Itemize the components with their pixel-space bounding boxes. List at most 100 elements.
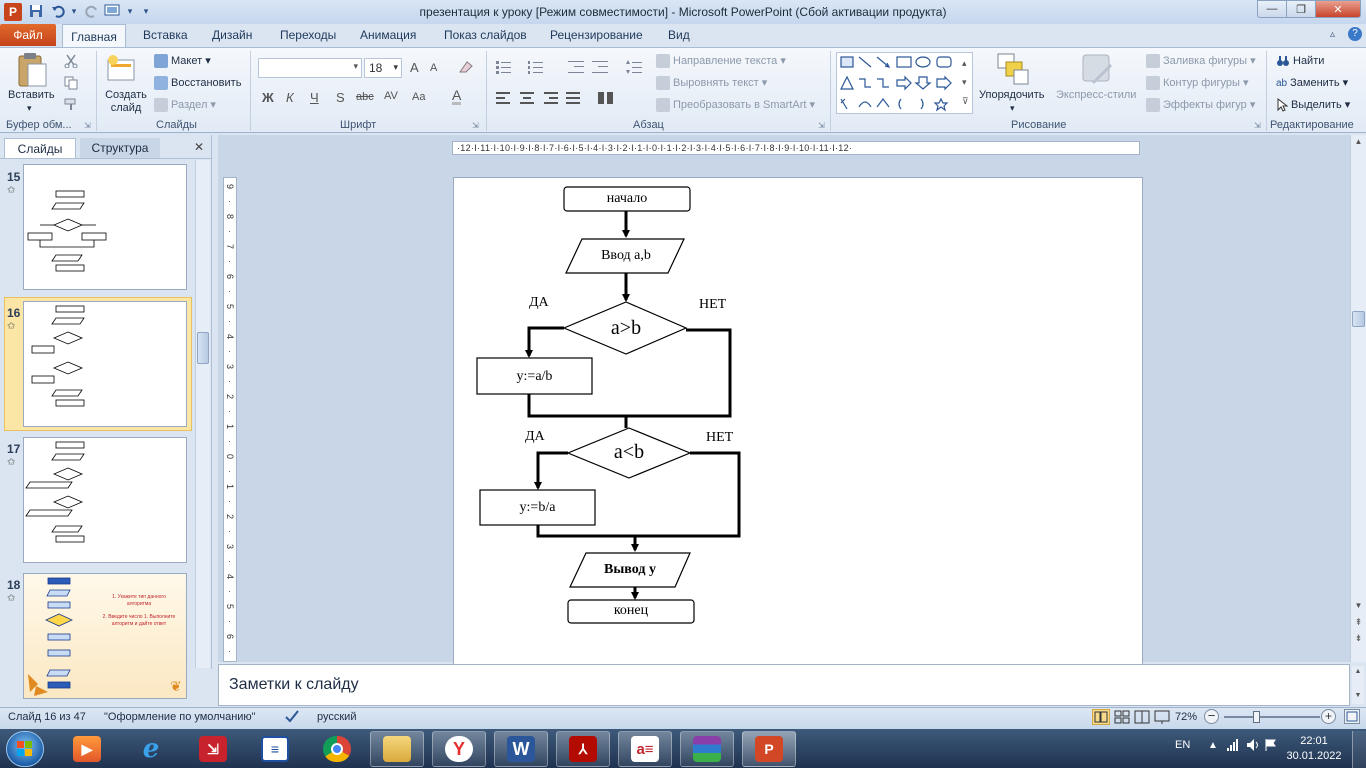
taskbar-yandex[interactable]: Y	[432, 731, 486, 767]
replace-button[interactable]: ab Заменить ▾	[1276, 76, 1348, 89]
slides-pane-scrollbar[interactable]	[195, 160, 210, 668]
collapse-ribbon-icon[interactable]: ▵	[1330, 29, 1335, 40]
minimize-button[interactable]: —	[1257, 0, 1287, 18]
notes-scrollbar[interactable]: ▲ ▼	[1352, 666, 1364, 704]
font-name-combo[interactable]: ▾	[258, 58, 362, 78]
decrease-indent-icon[interactable]	[568, 60, 584, 77]
tab-file[interactable]: Файл	[0, 24, 56, 46]
italic-button[interactable]: К	[286, 90, 294, 105]
fit-to-window-icon[interactable]	[1344, 709, 1360, 724]
previous-slide-icon[interactable]: ⇞	[1352, 617, 1365, 628]
tab-insert[interactable]: Вставка	[143, 28, 188, 42]
next-slide-icon[interactable]: ⇟	[1352, 633, 1365, 644]
taskbar-explorer[interactable]	[370, 731, 424, 767]
strikethrough-button[interactable]: abc	[356, 91, 374, 103]
slide-thumbnail-15[interactable]	[23, 164, 187, 290]
align-center-icon[interactable]	[520, 92, 534, 107]
grow-font-button[interactable]: A	[410, 60, 419, 75]
font-launcher-icon[interactable]: ⇲	[472, 121, 479, 130]
arrange-icon[interactable]	[996, 52, 1030, 89]
align-right-icon[interactable]	[544, 92, 558, 107]
clear-format-icon[interactable]	[458, 60, 474, 77]
tab-outline-pane[interactable]: Структура	[80, 138, 160, 158]
tab-slideshow[interactable]: Показ слайдов	[444, 28, 527, 42]
section-button[interactable]: Раздел ▾	[154, 98, 216, 113]
smartart-button[interactable]: Преобразовать в SmartArt ▾	[656, 98, 815, 113]
theme-name[interactable]: "Оформление по умолчанию"	[104, 711, 256, 723]
slide-scrollbar[interactable]: ▲ ▼ ⇞ ⇟	[1350, 135, 1366, 662]
arrange-dropdown-icon[interactable]: ▾	[1010, 103, 1015, 114]
taskbar-word[interactable]: W	[494, 731, 548, 767]
align-left-icon[interactable]	[496, 92, 510, 107]
zoom-in-button[interactable]: +	[1321, 709, 1336, 724]
normal-view-icon[interactable]	[1092, 709, 1110, 725]
align-text-button[interactable]: Выровнять текст ▾	[656, 76, 767, 91]
close-button[interactable]: ✕	[1315, 0, 1361, 18]
bold-button[interactable]: Ж	[262, 90, 274, 105]
cut-icon[interactable]	[64, 54, 78, 71]
shape-outline-button[interactable]: Контур фигуры ▾	[1146, 76, 1249, 91]
increase-indent-icon[interactable]	[592, 60, 608, 77]
taskbar-winrar[interactable]	[680, 731, 734, 767]
tab-design[interactable]: Дизайн	[212, 28, 252, 42]
change-case-button[interactable]: Aa	[412, 91, 425, 103]
taskbar-powerpoint[interactable]: P	[742, 731, 796, 767]
text-direction-button[interactable]: Направление текста ▾	[656, 54, 786, 69]
slide-canvas[interactable]: начало Ввод a,b a>b ДА НЕТ y:=a/b a<b ДА…	[453, 177, 1143, 667]
slideshow-view-icon[interactable]	[1154, 710, 1170, 727]
taskbar-document-app[interactable]: ≡	[248, 731, 302, 767]
tray-expand-icon[interactable]: ▲	[1208, 740, 1218, 751]
line-spacing-icon[interactable]	[626, 60, 644, 77]
paste-dropdown-icon[interactable]: ▾	[27, 103, 32, 114]
vertical-ruler[interactable]: 9·8·7·6·5·4·3·2·1·0·1·2·3·4·5·6·7·8·	[223, 177, 237, 724]
maximize-button[interactable]: ❐	[1286, 0, 1316, 18]
scroll-down-icon[interactable]: ▼	[1352, 601, 1365, 610]
shapes-gallery[interactable]	[836, 52, 973, 114]
font-color-button[interactable]: A	[452, 88, 462, 105]
slide-thumbnail-18[interactable]: 1. Укажите тип данного алгоритма 2. Введ…	[23, 573, 187, 699]
network-icon[interactable]	[1226, 738, 1242, 755]
zoom-slider-track[interactable]	[1224, 711, 1320, 723]
tab-transitions[interactable]: Переходы	[280, 28, 336, 42]
tab-animation[interactable]: Анимация	[360, 28, 416, 42]
justify-icon[interactable]	[566, 92, 580, 107]
quick-styles-icon[interactable]	[1080, 52, 1114, 89]
spellcheck-icon[interactable]	[284, 709, 302, 726]
tab-slides-pane[interactable]: Слайды	[4, 138, 76, 158]
underline-button[interactable]: Ч	[310, 90, 319, 105]
font-name-dropdown-icon[interactable]: ▾	[353, 61, 358, 72]
zoom-slider-thumb[interactable]	[1253, 711, 1260, 723]
show-desktop-button[interactable]	[1352, 731, 1366, 768]
bullets-icon[interactable]	[496, 60, 516, 77]
numbering-icon[interactable]	[528, 60, 548, 77]
close-pane-icon[interactable]: ✕	[194, 140, 204, 154]
flag-icon[interactable]	[1264, 738, 1278, 755]
shape-fill-button[interactable]: Заливка фигуры ▾	[1146, 54, 1256, 69]
help-icon[interactable]: ?	[1348, 27, 1362, 41]
taskbar-chrome[interactable]	[310, 731, 364, 767]
taskbar-acrobat[interactable]: ⅄	[556, 731, 610, 767]
system-clock[interactable]: 22:01 30.01.2022	[1284, 734, 1344, 764]
taskbar-media-player[interactable]: ▶	[60, 731, 114, 767]
layout-button[interactable]: Макет ▾	[154, 54, 211, 69]
arrange-button[interactable]: Упорядочить	[979, 89, 1044, 101]
reading-view-icon[interactable]	[1134, 710, 1150, 727]
tab-review[interactable]: Рецензирование	[550, 28, 643, 42]
slide-thumbnail-16[interactable]	[23, 301, 187, 427]
format-painter-icon[interactable]	[64, 97, 78, 114]
new-slide-button[interactable]: Создать слайд	[104, 89, 148, 115]
shrink-font-button[interactable]: A	[430, 62, 437, 74]
slide-sorter-icon[interactable]	[1114, 710, 1130, 727]
shape-effects-button[interactable]: Эффекты фигур ▾	[1146, 98, 1255, 113]
copy-icon[interactable]	[64, 76, 78, 93]
paste-label[interactable]: Вставить	[8, 89, 55, 101]
zoom-out-button[interactable]: −	[1204, 709, 1219, 724]
taskbar-text-editor[interactable]: a≡	[618, 731, 672, 767]
tab-view[interactable]: Вид	[668, 28, 690, 42]
find-button[interactable]: Найти	[1276, 54, 1324, 68]
new-slide-icon[interactable]	[106, 54, 138, 87]
input-language[interactable]: EN	[1175, 739, 1190, 751]
scroll-thumb[interactable]	[197, 332, 209, 364]
start-button[interactable]	[6, 731, 44, 767]
reset-button[interactable]: Восстановить	[154, 76, 241, 90]
